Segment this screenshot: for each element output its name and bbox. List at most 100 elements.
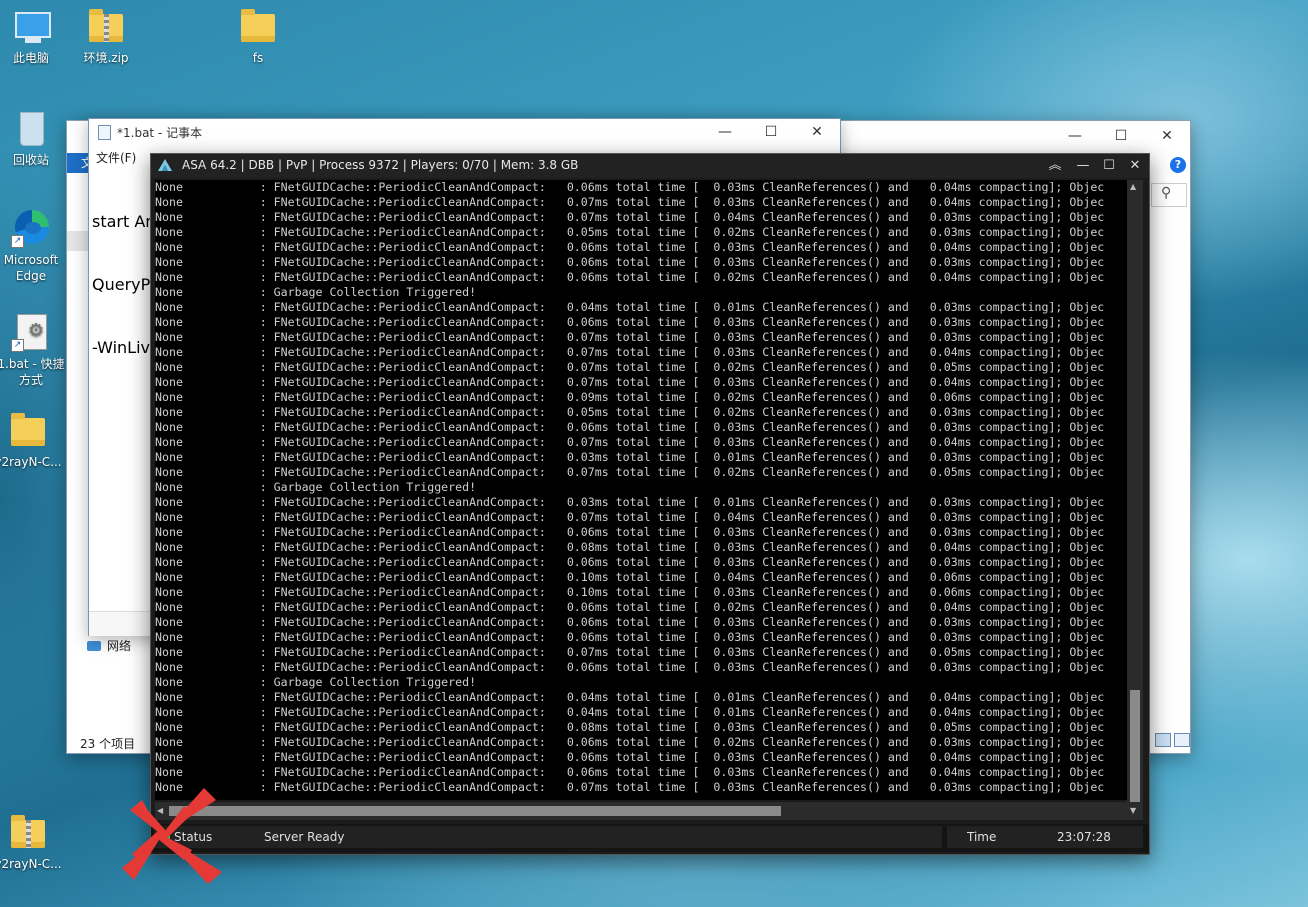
scroll-thumb[interactable] xyxy=(169,806,781,816)
desktop-icon-label: 1.bat - 快捷方式 xyxy=(0,357,65,387)
log-line: None : FNetGUIDCache::PeriodicCleanAndCo… xyxy=(155,585,1105,599)
status-value: Server Ready xyxy=(264,830,345,844)
log-line: None : FNetGUIDCache::PeriodicCleanAndCo… xyxy=(155,690,1105,704)
log-line: None : FNetGUIDCache::PeriodicCleanAndCo… xyxy=(155,600,1105,614)
details-view-icon[interactable] xyxy=(1155,733,1171,747)
log-line: None : FNetGUIDCache::PeriodicCleanAndCo… xyxy=(155,615,1105,629)
ark-logo-icon xyxy=(158,159,172,171)
log-line: None : FNetGUIDCache::PeriodicCleanAndCo… xyxy=(155,750,1105,764)
status-panel: Status Server Ready xyxy=(154,826,942,848)
log-line: None : FNetGUIDCache::PeriodicCleanAndCo… xyxy=(155,510,1105,524)
time-label: Time xyxy=(967,830,997,844)
log-line: None : FNetGUIDCache::PeriodicCleanAndCo… xyxy=(155,645,1105,659)
zip-folder-icon xyxy=(89,9,123,42)
close-button[interactable]: ✕ xyxy=(1122,156,1148,176)
desktop-icon-label: fs xyxy=(252,51,264,65)
editor-line: QueryP xyxy=(92,275,151,294)
log-line: None : FNetGUIDCache::PeriodicCleanAndCo… xyxy=(155,195,1105,209)
folder-icon xyxy=(11,413,45,446)
log-line: None : FNetGUIDCache::PeriodicCleanAndCo… xyxy=(155,180,1105,194)
editor-line: -WinLiv xyxy=(92,338,151,357)
log-line: None : Garbage Collection Triggered! xyxy=(155,675,477,689)
desktop-icon-v2rayn-zip[interactable]: v2rayN-C... xyxy=(0,812,64,872)
maximize-button[interactable]: ☐ xyxy=(748,119,794,145)
desktop-icon-this-pc[interactable]: 此电脑 xyxy=(0,6,67,66)
shortcut-arrow-icon: ↗ xyxy=(11,235,24,248)
log-line: None : FNetGUIDCache::PeriodicCleanAndCo… xyxy=(155,390,1105,404)
close-button[interactable]: ✕ xyxy=(794,119,840,145)
log-line: None : FNetGUIDCache::PeriodicCleanAndCo… xyxy=(155,330,1105,344)
maximize-button[interactable]: ☐ xyxy=(1098,121,1144,151)
console-output[interactable]: None : FNetGUIDCache::PeriodicCleanAndCo… xyxy=(155,180,1127,800)
log-line: None : FNetGUIDCache::PeriodicCleanAndCo… xyxy=(155,780,1105,794)
annotation-arrows xyxy=(122,788,222,884)
desktop-icon-label: v2rayN-C... xyxy=(0,455,62,469)
search-box[interactable]: ⚲ xyxy=(1151,183,1187,207)
vertical-scrollbar[interactable]: ▲ ▼ xyxy=(1127,180,1143,820)
log-line: None : FNetGUIDCache::PeriodicCleanAndCo… xyxy=(155,225,1105,239)
log-line: None : FNetGUIDCache::PeriodicCleanAndCo… xyxy=(155,435,1105,449)
help-icon[interactable]: ? xyxy=(1170,157,1186,173)
notepad-icon xyxy=(98,125,111,140)
console-titlebar[interactable]: ASA 64.2 | DBB | PvP | Process 9372 | Pl… xyxy=(151,154,1149,178)
editor-text[interactable]: start Ar QueryP -WinLiv xyxy=(92,169,152,400)
close-button[interactable]: ✕ xyxy=(1144,121,1190,151)
desktop-icon-label: 环境.zip xyxy=(83,51,129,65)
menu-file[interactable]: 文件(F) xyxy=(96,149,136,166)
desktop-icon-fs[interactable]: fs xyxy=(222,6,294,66)
zip-folder-icon xyxy=(11,815,45,848)
log-line: None : FNetGUIDCache::PeriodicCleanAndCo… xyxy=(155,630,1105,644)
server-console-window[interactable]: ASA 64.2 | DBB | PvP | Process 9372 | Pl… xyxy=(150,153,1150,855)
log-line: None : FNetGUIDCache::PeriodicCleanAndCo… xyxy=(155,720,1105,734)
log-line: None : FNetGUIDCache::PeriodicCleanAndCo… xyxy=(155,375,1105,389)
scroll-up-icon[interactable]: ▲ xyxy=(1130,182,1136,191)
scroll-down-icon[interactable]: ▼ xyxy=(1130,806,1136,815)
horizontal-scrollbar[interactable]: ◀ xyxy=(155,802,1127,820)
nav-item-network[interactable]: 网络 xyxy=(87,637,131,654)
desktop-icon-bat-shortcut[interactable]: ⚙ ↗ 1.bat - 快捷方式 xyxy=(0,312,67,388)
scroll-thumb[interactable] xyxy=(1130,690,1140,802)
minimize-button[interactable]: — xyxy=(1052,121,1098,151)
view-switcher[interactable] xyxy=(1152,733,1190,750)
minimize-button[interactable]: — xyxy=(702,119,748,145)
console-title: ASA 64.2 | DBB | PvP | Process 9372 | Pl… xyxy=(182,158,579,172)
time-value: 23:07:28 xyxy=(1057,830,1111,844)
desktop-icon-edge[interactable]: ↗ Microsoft Edge xyxy=(0,208,67,284)
log-line: None : FNetGUIDCache::PeriodicCleanAndCo… xyxy=(155,315,1105,329)
large-icons-view-icon[interactable] xyxy=(1174,733,1190,747)
console-statusbar: Status Server Ready Time 23:07:28 xyxy=(151,824,1149,852)
log-line: None : FNetGUIDCache::PeriodicCleanAndCo… xyxy=(155,495,1105,509)
search-icon: ⚲ xyxy=(1161,185,1172,201)
log-line: None : FNetGUIDCache::PeriodicCleanAndCo… xyxy=(155,420,1105,434)
log-line: None : FNetGUIDCache::PeriodicCleanAndCo… xyxy=(155,765,1105,779)
minimize-button[interactable]: — xyxy=(1070,156,1096,176)
folder-icon xyxy=(241,9,275,42)
ribbon-file-tab[interactable]: 文 xyxy=(67,153,93,173)
log-line: None : FNetGUIDCache::PeriodicCleanAndCo… xyxy=(155,405,1105,419)
recycle-bin-icon xyxy=(20,112,44,146)
log-line: None : FNetGUIDCache::PeriodicCleanAndCo… xyxy=(155,540,1105,554)
maximize-button[interactable]: ☐ xyxy=(1096,156,1122,176)
desktop-icon-recycle-bin[interactable]: 回收站 xyxy=(0,108,67,168)
log-line: None : FNetGUIDCache::PeriodicCleanAndCo… xyxy=(155,255,1105,269)
this-pc-icon xyxy=(15,12,51,43)
desktop-icon-v2rayn-folder[interactable]: v2rayN-C... xyxy=(0,410,64,470)
log-line: None : FNetGUIDCache::PeriodicCleanAndCo… xyxy=(155,570,1105,584)
collapse-button[interactable]: ︽ xyxy=(1042,156,1068,176)
network-icon xyxy=(87,641,101,651)
log-line: None : FNetGUIDCache::PeriodicCleanAndCo… xyxy=(155,450,1105,464)
desktop-icon-label: Microsoft Edge xyxy=(3,253,59,283)
log-line: None : FNetGUIDCache::PeriodicCleanAndCo… xyxy=(155,300,1105,314)
log-line: None : FNetGUIDCache::PeriodicCleanAndCo… xyxy=(155,360,1105,374)
log-line: None : FNetGUIDCache::PeriodicCleanAndCo… xyxy=(155,555,1105,569)
log-line: None : Garbage Collection Triggered! xyxy=(155,285,477,299)
log-line: None : FNetGUIDCache::PeriodicCleanAndCo… xyxy=(155,210,1105,224)
log-line: None : FNetGUIDCache::PeriodicCleanAndCo… xyxy=(155,270,1105,284)
log-line: None : FNetGUIDCache::PeriodicCleanAndCo… xyxy=(155,465,1105,479)
shortcut-arrow-icon: ↗ xyxy=(11,339,24,352)
nav-item-label: 网络 xyxy=(107,639,132,653)
desktop-icon-zip[interactable]: 环境.zip xyxy=(70,6,142,66)
desktop-icon-label: 回收站 xyxy=(12,153,49,167)
log-line: None : FNetGUIDCache::PeriodicCleanAndCo… xyxy=(155,660,1105,674)
window-title: *1.bat - 记事本 xyxy=(117,126,203,140)
